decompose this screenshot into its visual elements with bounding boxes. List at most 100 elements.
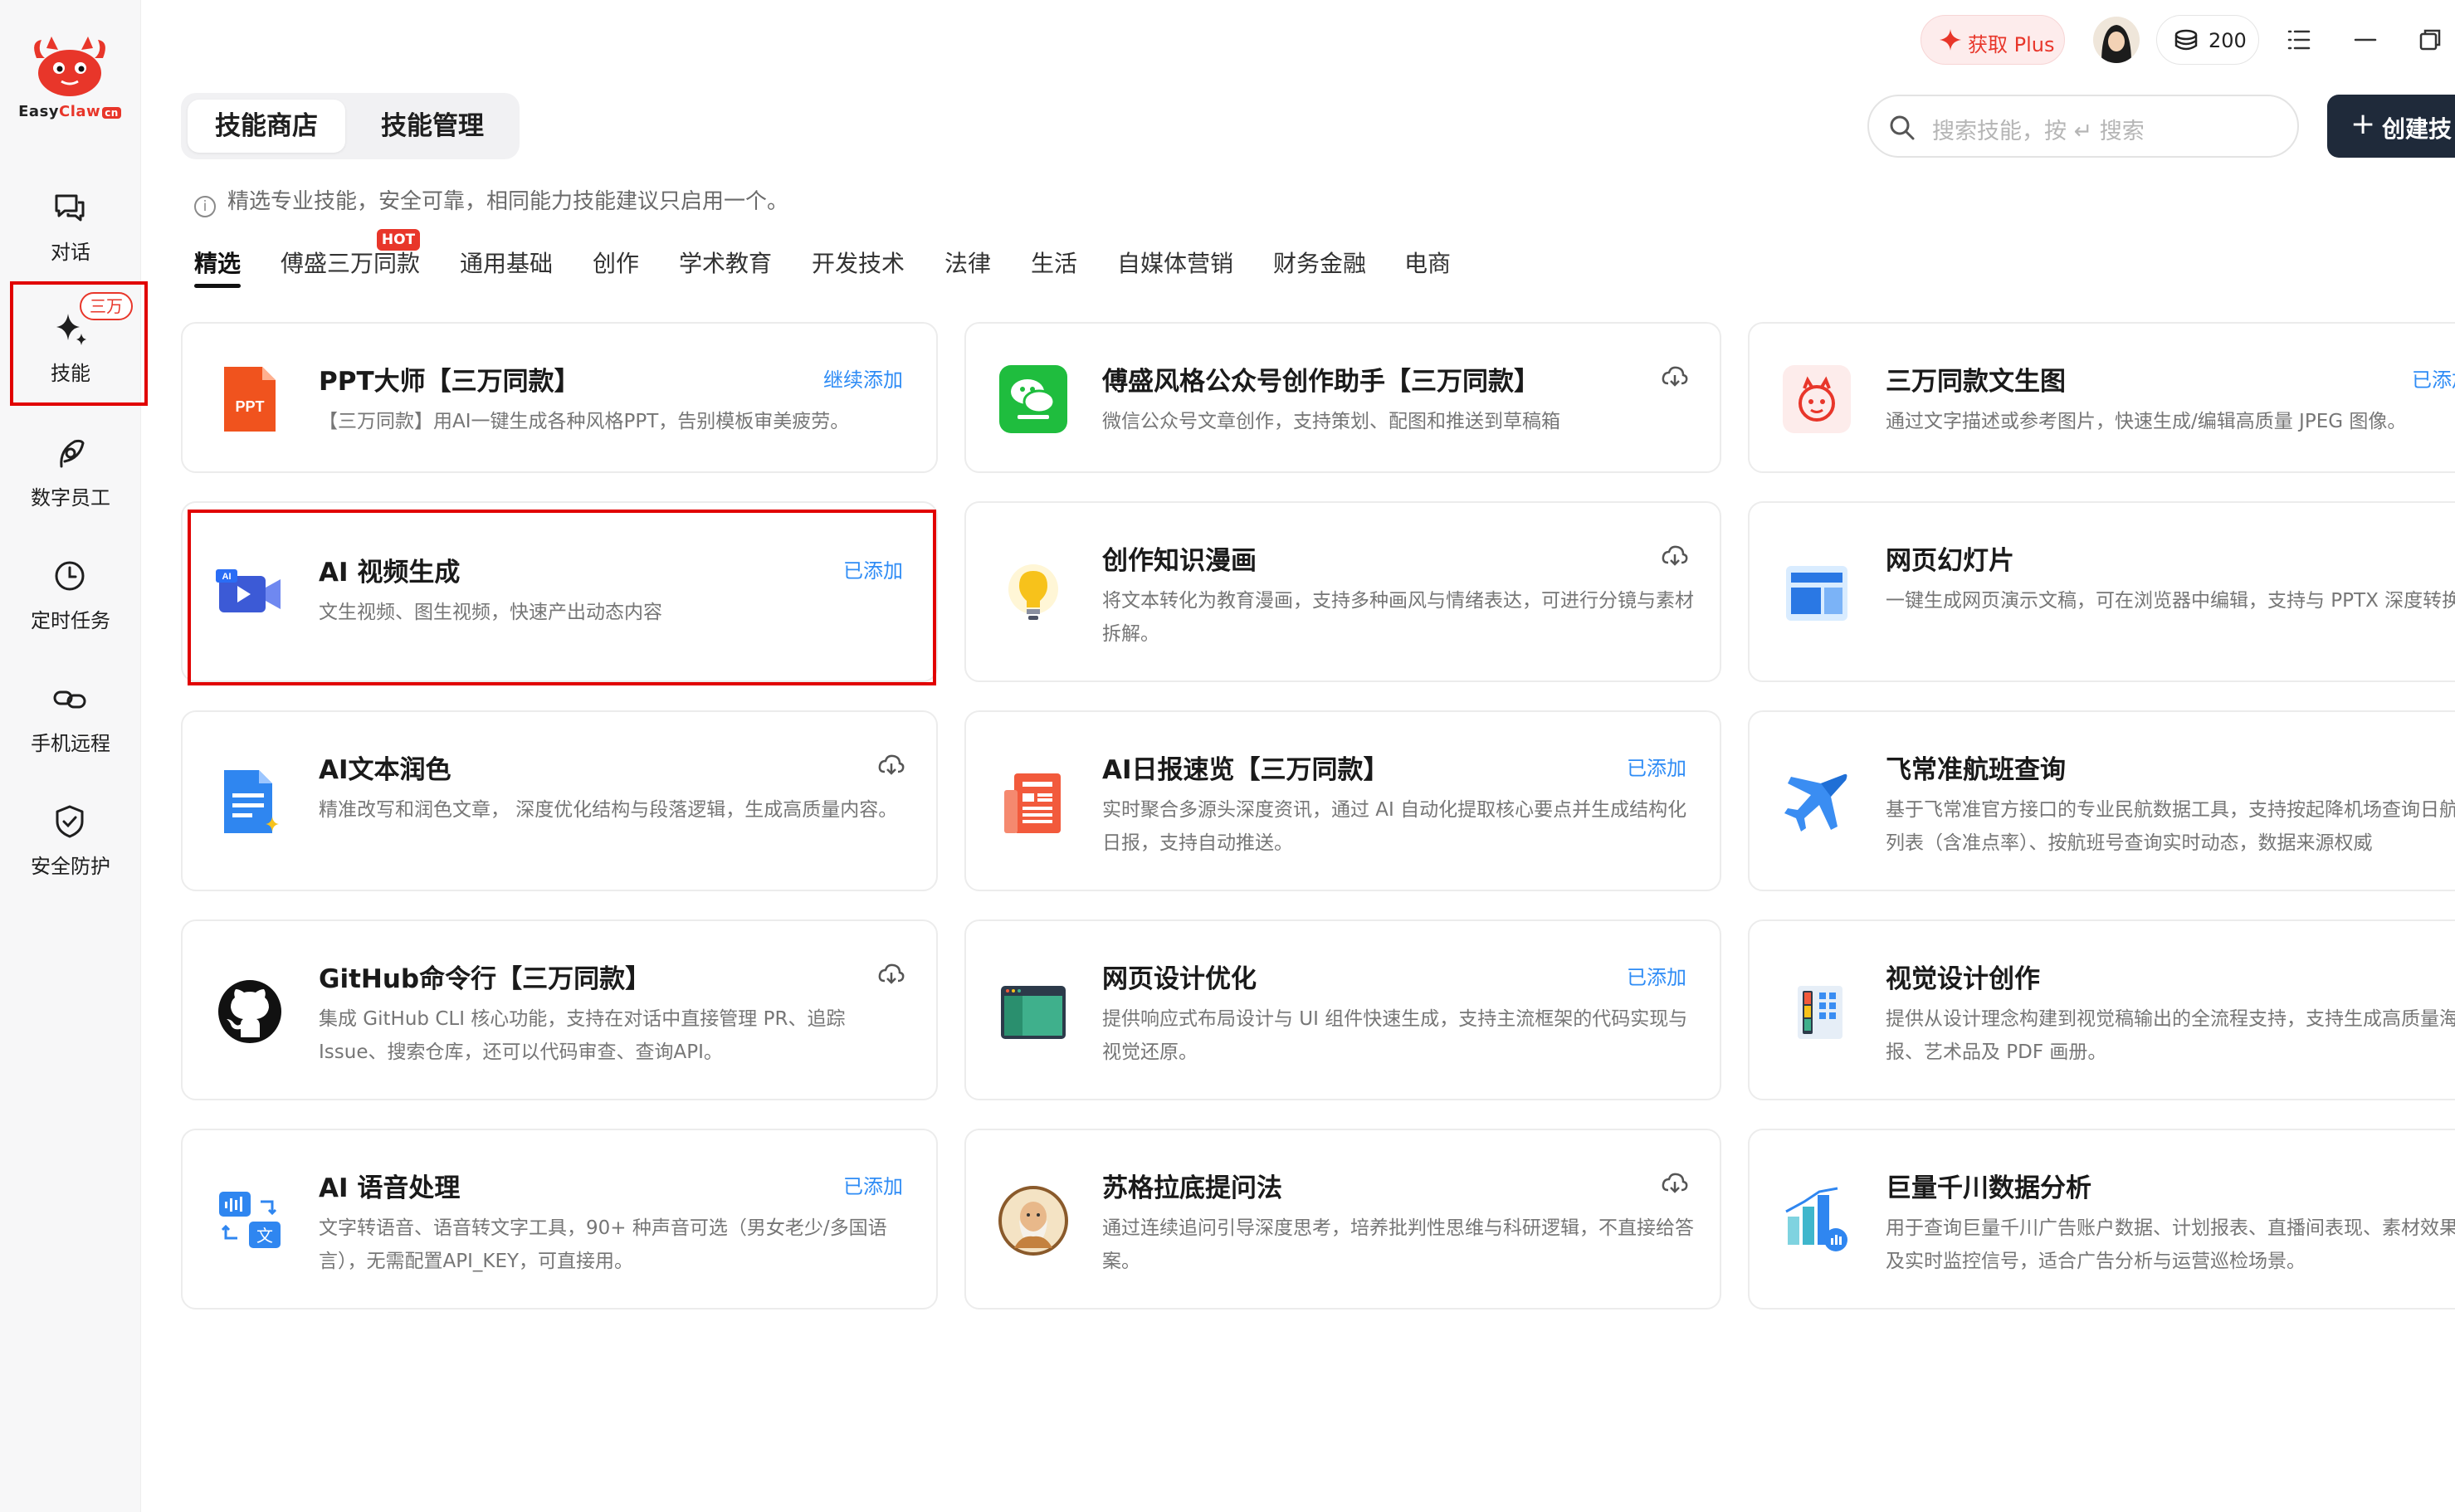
skill-title: 网页幻灯片 (1886, 546, 2014, 576)
document-sparkle-icon (224, 770, 279, 833)
skill-desc: 用于查询巨量千川广告账户数据、计划报表、直播间表现、素材效果以及实时监控信号，适… (1886, 1217, 2455, 1272)
skill-title: 巨量千川数据分析 (1886, 1173, 2091, 1203)
skill-card[interactable]: 视觉设计创作 提供从设计理念构建到视觉稿输出的全流程支持，支持生成高质量海报、艺… (1748, 919, 2455, 1100)
palette-icon (1798, 986, 1842, 1039)
skill-desc: 通过连续追问引导深度思考，培养批判性思维与科研逻辑，不直接给答案。 (1102, 1217, 1694, 1272)
shield-check-icon (56, 805, 84, 838)
crab-mascot-icon (34, 37, 105, 96)
search-input[interactable]: 搜索技能，按 ↵ 搜索 (1867, 95, 2299, 158)
skill-card[interactable]: 三万同款文生图 通过文字描述或参考图片，快速生成/编辑高质量 JPEG 图像。 … (1748, 322, 2455, 473)
skill-card[interactable]: 巨量千川数据分析 用于查询巨量千川广告账户数据、计划报表、直播间表现、素材效果以… (1748, 1129, 2455, 1310)
skill-status[interactable]: 已添加 (1627, 961, 1686, 990)
sidebar-item-label: 对话 (51, 241, 90, 264)
list-menu-icon[interactable] (2281, 22, 2317, 58)
category-tab[interactable]: 开发技术 (812, 246, 905, 279)
skill-card[interactable]: 傅盛风格公众号创作助手【三万同款】 微信公众号文章创作，支持策划、配图和推送到草… (964, 322, 1721, 473)
skill-card[interactable]: 飞常准航班查询 基于飞常准官方接口的专业民航数据工具，支持按起降机场查询日航班列… (1748, 710, 2455, 891)
skill-status[interactable]: 已添加 (2412, 363, 2455, 393)
skill-card[interactable]: 网页设计优化 提供响应式布局设计与 UI 组件快速生成，支持主流框架的代码实现与… (964, 919, 1721, 1100)
download-cloud-icon[interactable] (876, 750, 906, 780)
airplane-icon (1784, 773, 1847, 832)
category-tab[interactable]: 法律 (944, 246, 991, 279)
github-icon (218, 980, 281, 1043)
app-logo[interactable]: EasyClaw cn (12, 33, 128, 124)
create-skill-button[interactable]: + 创建技 (2327, 95, 2455, 158)
skill-desc: 提供响应式布局设计与 UI 组件快速生成，支持主流框架的代码实现与视觉还原。 (1102, 1008, 1688, 1063)
skill-status[interactable]: 已添加 (843, 1170, 903, 1199)
skill-card[interactable]: 创作知识漫画 将文本转化为教育漫画，支持多种画风与情绪表达，可进行分镜与素材拆解… (964, 501, 1721, 682)
skill-card[interactable]: PPT PPT大师【三万同款】 【三万同款】用AI一键生成各种风格PPT，告别模… (181, 322, 938, 473)
skill-status[interactable]: 已添加 (1627, 752, 1686, 781)
download-cloud-icon[interactable] (1660, 1168, 1690, 1198)
skill-title: AI 语音处理 (319, 1173, 461, 1203)
avatar[interactable] (2093, 17, 2140, 63)
skill-title: 创作知识漫画 (1102, 546, 1257, 576)
skill-title: GitHub命令行【三万同款】 (319, 964, 652, 994)
user-avatar-icon (2093, 17, 2140, 63)
info-icon: i (194, 196, 216, 217)
category-tab[interactable]: 傅盛三万同款 (281, 246, 420, 279)
clock-icon (55, 561, 85, 591)
skill-desc: 精准改写和润色文章， 深度优化结构与段落逻辑，生成高质量内容。 (319, 799, 898, 821)
category-tab[interactable]: 精选 (194, 246, 241, 279)
skill-title: AI文本润色 (319, 755, 451, 785)
category-tab[interactable]: 财务金融 (1273, 246, 1366, 279)
ppt-file-icon: PPT (224, 367, 276, 432)
download-cloud-icon[interactable] (876, 959, 906, 989)
category-tab[interactable]: 电商 (1404, 246, 1451, 279)
category-tab[interactable]: 创作 (593, 246, 639, 279)
svg-text:文: 文 (256, 1226, 273, 1246)
skill-desc: 通过文字描述或参考图片，快速生成/编辑高质量 JPEG 图像。 (1886, 411, 2407, 432)
sidebar-item-phone-remote[interactable]: 手机远程 (0, 666, 141, 765)
link-chain-icon (53, 690, 86, 709)
skill-card[interactable]: AI文本润色 精准改写和润色文章， 深度优化结构与段落逻辑，生成高质量内容。 (181, 710, 938, 891)
newspaper-icon (1004, 773, 1061, 833)
sidebar-item-label: 手机远程 (31, 732, 110, 755)
svg-text:PPT: PPT (235, 398, 264, 415)
tab-skill-management[interactable]: 技能管理 (352, 100, 513, 153)
skill-card[interactable]: 文 AI 语音处理 文字转语音、语音转文字工具，90+ 种声音可选（男女老少/多… (181, 1129, 938, 1310)
minimize-icon[interactable] (2347, 22, 2384, 58)
download-cloud-icon[interactable] (1660, 541, 1690, 571)
category-tab[interactable]: 通用基础 (460, 246, 553, 279)
get-plus-button[interactable]: 获取 Plus (1921, 15, 2065, 65)
category-tab[interactable]: 自媒体营销 (1117, 246, 1233, 279)
tab-skill-store[interactable]: 技能商店 (188, 100, 345, 153)
category-tab[interactable]: 学术教育 (679, 246, 772, 279)
sidebar-item-digital-employee[interactable]: 数字员工 (0, 420, 141, 519)
chat-bubbles-icon (55, 194, 85, 222)
download-cloud-icon[interactable] (1660, 362, 1690, 392)
web-design-icon (1001, 986, 1066, 1039)
search-icon (1890, 115, 1915, 140)
sidebar-item-label: 数字员工 (31, 486, 110, 510)
credits-badge[interactable]: 200 (2156, 15, 2259, 65)
sidebar-item-scheduled-tasks[interactable]: 定时任务 (0, 543, 141, 642)
skill-status[interactable]: 继续添加 (823, 363, 903, 393)
logo-text: EasyClaw cn (12, 103, 128, 120)
skill-title: PPT大师【三万同款】 (319, 367, 580, 397)
active-category-underline (194, 284, 241, 288)
skill-card[interactable]: 苏格拉底提问法 通过连续追问引导深度思考，培养批判性思维与科研逻辑，不直接给答案… (964, 1129, 1721, 1310)
skill-title: 三万同款文生图 (1886, 367, 2066, 397)
skill-desc: 将文本转化为教育漫画，支持多种画风与情绪表达，可进行分镜与素材拆解。 (1102, 590, 1694, 645)
sidebar-item-chat[interactable]: 对话 (0, 174, 141, 274)
skill-desc: 微信公众号文章创作，支持策划、配图和推送到草稿箱 (1102, 411, 1560, 432)
get-plus-label: 获取 Plus (1968, 33, 2055, 56)
sparkle-icon (1940, 29, 1961, 51)
lightbulb-icon (1008, 564, 1058, 620)
category-tabs: 精选 傅盛三万同款 通用基础 创作 学术教育 开发技术 法律 生活 自媒体营销 … (194, 246, 1522, 287)
ai-video-highlight (188, 510, 936, 685)
skill-title: 飞常准航班查询 (1886, 755, 2066, 785)
skill-card[interactable]: GitHub命令行【三万同款】 集成 GitHub CLI 核心功能，支持在对话… (181, 919, 938, 1100)
skill-card[interactable]: 网页幻灯片 一键生成网页演示文稿，可在浏览器中编辑，支持与 PPTX 深度转换。 (1748, 501, 2455, 682)
skill-title: 视觉设计创作 (1886, 964, 2040, 994)
search-placeholder: 搜索技能，按 ↵ 搜索 (1932, 119, 2145, 144)
skill-desc: 【三万同款】用AI一键生成各种风格PPT，告别模板审美疲劳。 (319, 411, 850, 432)
sidebar-item-security[interactable]: 安全防护 (0, 788, 141, 888)
skill-tabs: 技能商店 技能管理 (181, 93, 520, 159)
skill-card[interactable]: AI日报速览【三万同款】 实时聚合多源头深度资讯，通过 AI 自动化提取核心要点… (964, 710, 1721, 891)
restore-window-icon[interactable] (2412, 22, 2448, 58)
bar-analytics-icon (1785, 1187, 1847, 1251)
skill-desc: 提供从设计理念构建到视觉稿输出的全流程支持，支持生成高质量海报、艺术品及 PDF… (1886, 1008, 2455, 1063)
category-tab[interactable]: 生活 (1031, 246, 1077, 279)
